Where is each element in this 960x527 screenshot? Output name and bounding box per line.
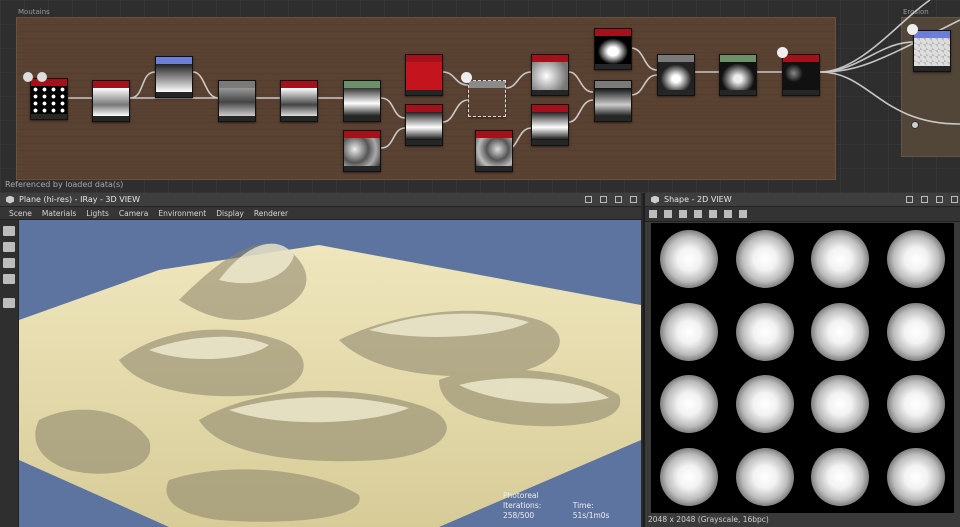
menu-display[interactable]: Display (211, 209, 249, 218)
shape-blob (735, 230, 794, 289)
shape-blob (735, 447, 794, 506)
node-port[interactable] (911, 121, 919, 129)
stats-icon[interactable] (3, 298, 15, 308)
uv-icon[interactable] (709, 210, 717, 218)
panel-3d-title: Plane (hi-res) - IRay - 3D VIEW (19, 195, 141, 204)
disabled-icon[interactable] (461, 72, 472, 83)
panel-3d-view[interactable]: Plane (hi-res) - IRay - 3D VIEW Scene Ma… (0, 193, 641, 527)
node-levels[interactable] (155, 56, 193, 98)
output-icon[interactable] (37, 72, 47, 82)
channels-icon[interactable] (649, 210, 657, 218)
filter-icon[interactable] (694, 210, 702, 218)
camera-icon[interactable] (3, 226, 15, 236)
menu-environment[interactable]: Environment (153, 209, 211, 218)
time-label: Time: 51s/1m0s (572, 501, 610, 520)
menu-materials[interactable]: Materials (37, 209, 81, 218)
cube-icon (6, 195, 14, 204)
node-uniform-color[interactable] (405, 54, 443, 96)
viewport-3d[interactable]: Photoreal Iterations: 258/500 Time: 51s/… (19, 220, 641, 527)
node-slope-blur[interactable] (405, 104, 443, 146)
panel-2d-titlebar: Shape - 2D VIEW (645, 193, 960, 207)
shape-blob (811, 375, 870, 434)
shape-blob (811, 230, 870, 289)
environment-icon[interactable] (3, 258, 15, 268)
panel-2d-title: Shape - 2D VIEW (664, 195, 732, 204)
node-graph[interactable]: Moutains Erosion Referenced by loaded da… (0, 0, 960, 193)
shape-blob (659, 447, 718, 506)
node-blend-3[interactable] (657, 54, 695, 96)
node-gradient[interactable] (92, 80, 130, 122)
resolution-label: 2048 x 2048 (Grayscale, 16bpc) (648, 515, 769, 524)
shape-blob (735, 302, 794, 361)
terrain-render (19, 243, 641, 527)
shape-blob (659, 230, 718, 289)
link-icon[interactable] (777, 47, 788, 58)
menu-scene[interactable]: Scene (4, 209, 37, 218)
node-erosion[interactable] (913, 30, 951, 72)
panel-3d-menubar: Scene Materials Lights Camera Environmen… (0, 207, 641, 220)
referenced-by-label: Referenced by loaded data(s) (5, 180, 124, 189)
shape-blob (735, 375, 794, 434)
panel-3d-titlebar: Plane (hi-res) - IRay - 3D VIEW (0, 193, 641, 207)
close-icon[interactable] (951, 196, 958, 203)
shape-blob (887, 375, 946, 434)
node-warp[interactable] (343, 80, 381, 122)
node-clouds[interactable] (531, 54, 569, 96)
shape-blob (659, 375, 718, 434)
node-disabled[interactable] (468, 80, 506, 117)
node-blend[interactable] (218, 80, 256, 122)
close-icon[interactable] (630, 196, 637, 203)
shape-blob (887, 302, 946, 361)
node-blend-2[interactable] (594, 80, 632, 122)
light-icon[interactable] (3, 242, 15, 252)
node-slope-blur-2[interactable] (531, 104, 569, 146)
histogram-icon[interactable] (739, 210, 747, 218)
pin-icon[interactable] (906, 196, 913, 203)
node-thumbnail (31, 86, 67, 114)
float-icon[interactable] (921, 196, 928, 203)
copy-icon[interactable] (679, 210, 687, 218)
render-stats: Photoreal Iterations: 258/500 Time: 51s/… (503, 491, 631, 521)
publish-icon[interactable] (23, 72, 33, 82)
node-shape[interactable] (30, 78, 68, 120)
shape-blob (887, 447, 946, 506)
node-header (31, 79, 67, 86)
node-erosion-output[interactable] (782, 54, 820, 96)
maximize-icon[interactable] (936, 196, 943, 203)
cube-icon (651, 195, 659, 204)
info-icon[interactable] (724, 210, 732, 218)
node-transform[interactable] (280, 80, 318, 122)
viewport-toolbar (0, 220, 19, 527)
menu-camera[interactable]: Camera (114, 209, 153, 218)
panel-2d-view[interactable]: Shape - 2D VIEW 2048 x 2048 (Grayscale, … (643, 193, 960, 527)
image-canvas-2d[interactable] (651, 223, 954, 513)
shape-blob (887, 230, 946, 289)
menu-renderer[interactable]: Renderer (249, 209, 293, 218)
node-shape-2[interactable] (594, 28, 632, 70)
node-noise-2[interactable] (475, 130, 513, 172)
node-noise[interactable] (343, 130, 381, 172)
menu-lights[interactable]: Lights (81, 209, 114, 218)
pin-icon[interactable] (585, 196, 592, 203)
shape-blob (811, 302, 870, 361)
render-mode-label: Photoreal (503, 491, 539, 500)
save-icon[interactable] (664, 210, 672, 218)
graph-link-icon[interactable] (907, 24, 918, 35)
shape-blob (659, 302, 718, 361)
node-warp-2[interactable] (719, 54, 757, 96)
screenshot-icon[interactable] (3, 274, 15, 284)
shape-blob (811, 447, 870, 506)
maximize-icon[interactable] (615, 196, 622, 203)
float-icon[interactable] (600, 196, 607, 203)
iterations-label: Iterations: 258/500 (503, 501, 542, 520)
panel-2d-toolbar (645, 207, 960, 222)
